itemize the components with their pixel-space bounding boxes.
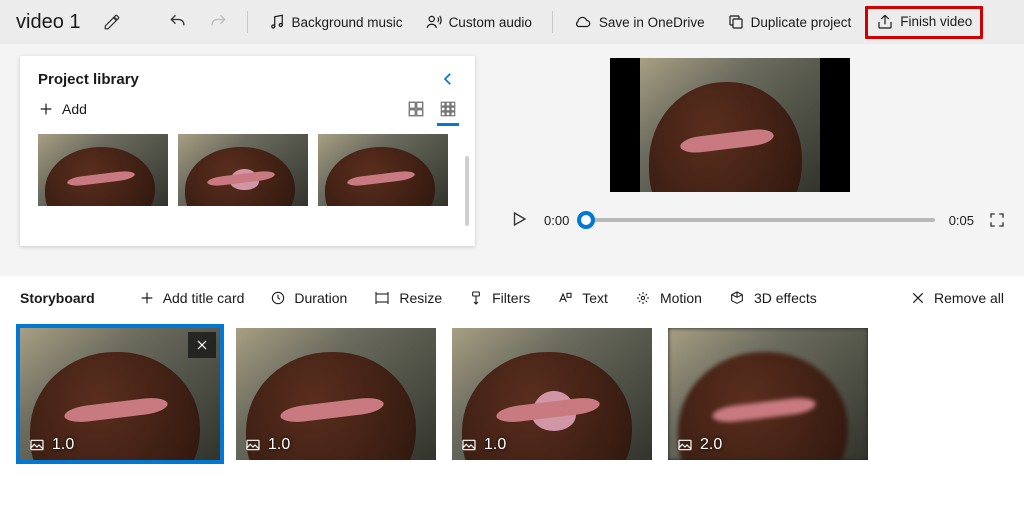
add-title-card-button[interactable]: Add title card xyxy=(139,290,245,306)
storyboard-clip[interactable]: 1.0 xyxy=(452,328,652,460)
filters-label: Filters xyxy=(492,290,530,306)
close-icon xyxy=(910,290,926,306)
plus-icon xyxy=(38,101,54,117)
resize-label: Resize xyxy=(399,290,442,306)
library-column: Project library Add xyxy=(0,44,480,276)
top-toolbar: video 1 Background music Custom audio Sa… xyxy=(0,0,1024,44)
clip-meta: 1.0 xyxy=(244,436,290,454)
duplicate-project-label: Duplicate project xyxy=(751,15,852,30)
video-preview[interactable] xyxy=(610,58,850,192)
clip-meta: 2.0 xyxy=(676,436,722,454)
preview-column: 0:00 0:05 xyxy=(480,44,1024,276)
cube-icon xyxy=(728,290,746,306)
share-icon xyxy=(876,13,894,31)
clip-duration: 1.0 xyxy=(484,436,506,454)
finish-video-highlight: Finish video xyxy=(865,6,983,39)
text-label: Text xyxy=(582,290,608,306)
finish-video-button[interactable]: Finish video xyxy=(872,11,976,33)
storyboard-clip[interactable]: 2.0 xyxy=(668,328,868,460)
clip-meta: 1.0 xyxy=(460,436,506,454)
timeline-slider[interactable] xyxy=(583,218,934,222)
add-title-card-label: Add title card xyxy=(163,290,245,306)
remove-all-label: Remove all xyxy=(934,290,1004,306)
toolbar-divider xyxy=(247,11,248,33)
library-thumb[interactable] xyxy=(38,134,168,206)
custom-audio-button[interactable]: Custom audio xyxy=(417,5,540,39)
clock-icon xyxy=(270,290,286,306)
duplicate-project-button[interactable]: Duplicate project xyxy=(719,5,860,39)
cloud-icon xyxy=(573,13,593,31)
transport-controls: 0:00 0:05 xyxy=(510,210,1006,230)
storyboard-clip[interactable]: 1.0 xyxy=(236,328,436,460)
collapse-library-icon[interactable] xyxy=(439,70,457,88)
storyboard-section: Storyboard Add title card Duration Resiz… xyxy=(0,276,1024,460)
save-onedrive-button[interactable]: Save in OneDrive xyxy=(565,5,713,39)
remove-all-button[interactable]: Remove all xyxy=(910,290,1004,306)
storyboard-clip[interactable]: 1.0 xyxy=(20,328,220,460)
motion-icon xyxy=(634,290,652,306)
library-title: Project library xyxy=(38,71,139,88)
filters-button[interactable]: Filters xyxy=(468,290,530,306)
motion-button[interactable]: Motion xyxy=(634,290,702,306)
view-small-grid-icon[interactable] xyxy=(439,100,457,118)
background-music-label: Background music xyxy=(292,15,403,30)
duration-label: Duration xyxy=(294,290,347,306)
duration-button[interactable]: Duration xyxy=(270,290,347,306)
resize-icon xyxy=(373,290,391,306)
toolbar-divider xyxy=(552,11,553,33)
main-area: Project library Add xyxy=(0,44,1024,276)
custom-audio-label: Custom audio xyxy=(449,15,532,30)
fullscreen-icon[interactable] xyxy=(988,211,1006,229)
library-thumb[interactable] xyxy=(178,134,308,206)
3d-effects-button[interactable]: 3D effects xyxy=(728,290,817,306)
image-icon xyxy=(460,437,478,453)
storyboard-title: Storyboard xyxy=(20,290,95,306)
text-icon xyxy=(556,290,574,306)
filters-icon xyxy=(468,290,484,306)
plus-icon xyxy=(139,290,155,306)
play-button[interactable] xyxy=(510,210,530,230)
library-thumbnails xyxy=(38,134,457,206)
library-thumb[interactable] xyxy=(318,134,448,206)
clip-duration: 1.0 xyxy=(52,436,74,454)
image-icon xyxy=(28,437,46,453)
music-icon xyxy=(268,13,286,31)
view-large-grid-icon[interactable] xyxy=(407,100,425,118)
duplicate-icon xyxy=(727,13,745,31)
clip-meta: 1.0 xyxy=(28,436,74,454)
add-media-label: Add xyxy=(62,101,87,117)
add-media-button[interactable]: Add xyxy=(38,101,87,117)
redo-icon xyxy=(201,5,235,39)
project-title: video 1 xyxy=(10,11,89,34)
remove-clip-button[interactable] xyxy=(188,332,216,358)
undo-icon[interactable] xyxy=(161,5,195,39)
image-icon xyxy=(676,437,694,453)
image-icon xyxy=(244,437,262,453)
3d-effects-label: 3D effects xyxy=(754,290,817,306)
project-library-card: Project library Add xyxy=(20,56,475,246)
resize-button[interactable]: Resize xyxy=(373,290,442,306)
rename-icon[interactable] xyxy=(95,5,129,39)
save-onedrive-label: Save in OneDrive xyxy=(599,15,705,30)
finish-video-label: Finish video xyxy=(900,14,972,29)
storyboard-clips: 1.0 1.0 1.0 2.0 xyxy=(20,328,1004,460)
text-button[interactable]: Text xyxy=(556,290,608,306)
clip-duration: 2.0 xyxy=(700,436,722,454)
person-audio-icon xyxy=(425,13,443,31)
background-music-button[interactable]: Background music xyxy=(260,5,411,39)
timeline-knob[interactable] xyxy=(577,211,595,229)
motion-label: Motion xyxy=(660,290,702,306)
library-scrollbar[interactable] xyxy=(465,156,469,226)
storyboard-toolbar: Storyboard Add title card Duration Resiz… xyxy=(20,290,1004,306)
total-time: 0:05 xyxy=(949,213,974,228)
current-time: 0:00 xyxy=(544,213,569,228)
clip-duration: 1.0 xyxy=(268,436,290,454)
